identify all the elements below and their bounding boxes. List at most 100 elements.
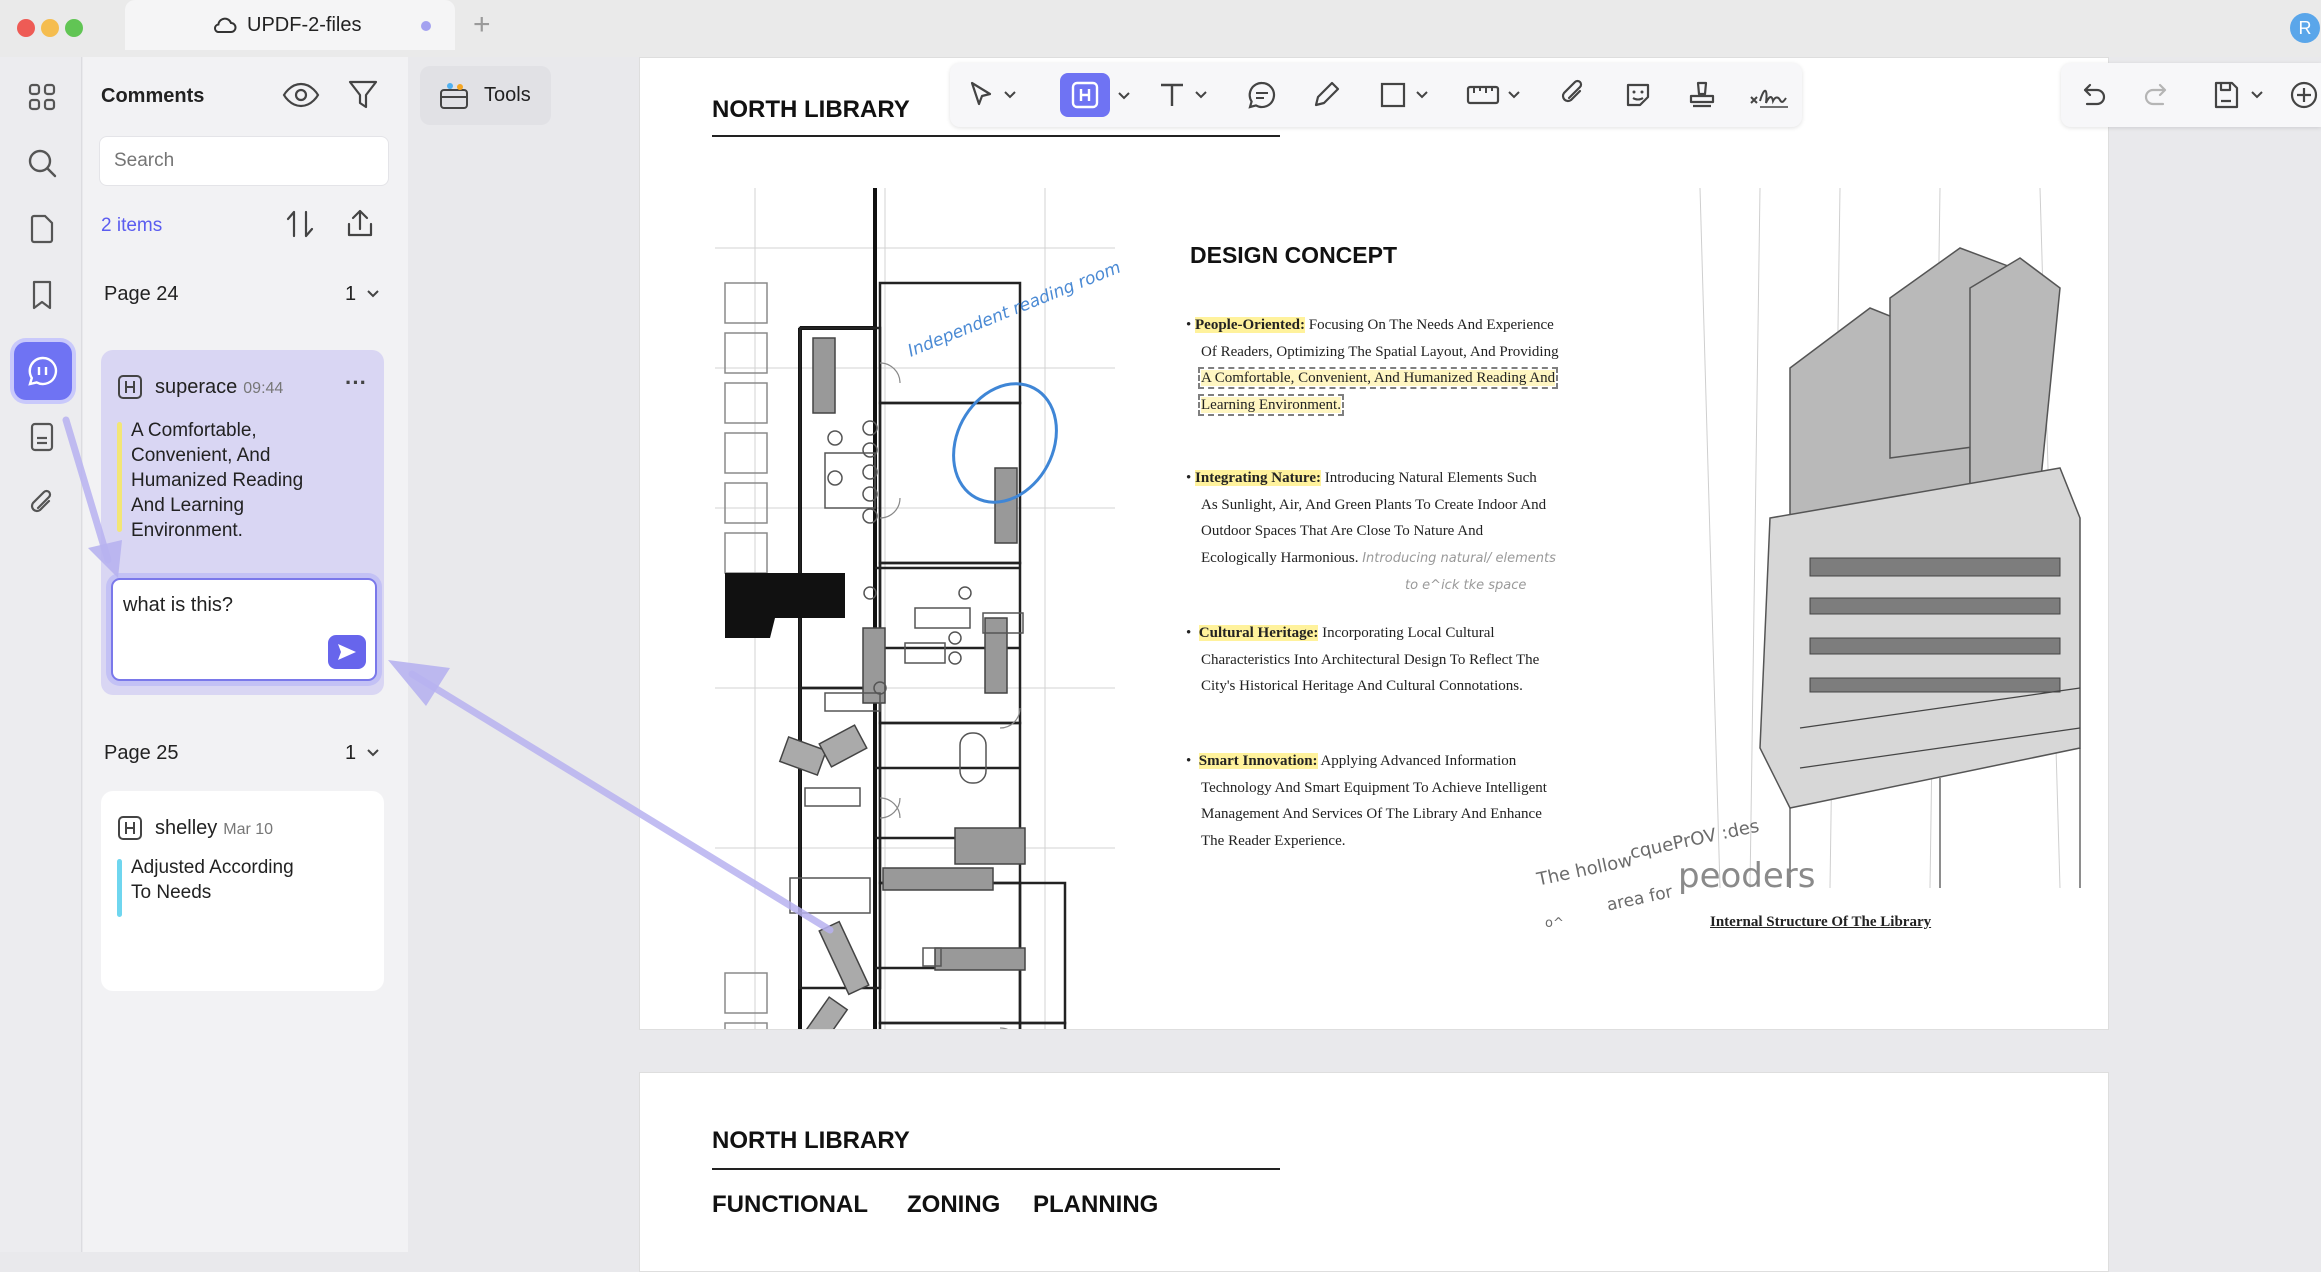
subheading: ZONING [907,1191,1001,1218]
chevron-down-icon[interactable] [366,289,380,299]
minimize-window-button[interactable] [41,19,59,37]
bookmark-icon [32,280,52,310]
comment-bubble-icon [28,356,58,386]
subheading: FUNCTIONAL [712,1191,868,1218]
tab-title: UPDF-2-files [247,13,362,36]
highlight-tool-icon [1071,81,1099,109]
ai-assistant-button[interactable] [2287,73,2321,117]
undo-button[interactable] [2077,73,2107,117]
chevron-down-icon [1195,91,1207,99]
highlighted-text[interactable]: Learning Environment. [1198,393,1344,416]
page-icon [30,214,54,244]
comment-tool[interactable] [1246,73,1278,117]
tools-button[interactable]: Tools [420,66,551,125]
page-group-header[interactable]: Page 24 [104,283,179,306]
export-button[interactable] [343,207,377,246]
sticker-tool[interactable] [1622,73,1654,117]
show-hide-button[interactable] [281,77,321,118]
comment-author: superace 09:44 [155,376,284,398]
highlight-color-bar [117,859,122,917]
forms-button[interactable] [20,415,64,459]
figure-caption: Internal Structure Of The Library [1710,914,1932,930]
pages-button[interactable] [20,207,64,251]
more-options-button[interactable]: ··· [345,370,367,396]
page-heading: NORTH LIBRARY [712,1127,910,1154]
chevron-down-icon [1416,91,1428,99]
grid-icon [28,83,56,111]
highlighted-text[interactable]: A Comfortable, Convenient, And Humanized… [1197,367,1559,389]
section-title: DESIGN CONCEPT [1190,242,1398,268]
search-input[interactable] [99,136,389,186]
paperclip-icon [1561,79,1583,103]
comment-card[interactable]: superace 09:44 ··· A Comfortable, Conveni… [101,350,384,695]
signature-icon [1750,89,1788,108]
shape-tool[interactable] [1378,73,1428,117]
pdf-page: NORTH LIBRARY FUNCTIONAL ZONING PLANNING [639,1072,2109,1272]
zoom-window-button[interactable] [65,19,83,37]
signature-tool[interactable] [1748,73,1790,117]
share-icon [347,209,373,237]
text-icon [1161,83,1183,106]
comments-button[interactable] [14,342,72,400]
comment-card[interactable]: shelley Mar 10 Adjusted According To Need… [101,791,384,991]
search-icon [28,149,57,178]
reply-input[interactable]: what is this? [111,578,377,681]
building-sketch [1699,188,2081,888]
rectangle-icon [1380,82,1406,108]
stamp-tool[interactable] [1686,73,1718,117]
ink-circle-annotation[interactable] [940,368,1070,518]
chevron-down-icon [2251,91,2263,99]
handwritten-scribble: o^ [1545,916,1564,931]
toolbox-icon [440,82,468,109]
highlight-tool[interactable] [1060,73,1110,117]
save-icon [2214,81,2239,109]
comment-author: shelley Mar 10 [155,817,274,839]
document-tab[interactable]: UPDF-2-files [125,0,455,50]
chevron-down-icon[interactable] [1118,92,1130,100]
thumbnails-button[interactable] [20,75,64,119]
chevron-down-icon [1508,91,1520,99]
sort-button[interactable] [283,208,317,245]
annotation-toolbar [950,63,1802,127]
concept-bullet: • Smart Innovation: Applying Advanced In… [1186,753,1547,849]
highlight-tool-icon [118,375,142,399]
measure-tool[interactable] [1466,73,1520,117]
subheading: PLANNING [1033,1191,1159,1218]
select-tool[interactable] [966,73,1016,117]
pencil-icon [1314,81,1340,107]
attachments-button[interactable] [20,481,64,525]
text-tool[interactable] [1157,73,1207,117]
user-avatar[interactable]: R [2290,13,2320,43]
attach-file-tool[interactable] [1558,73,1588,117]
search-button[interactable] [20,141,64,185]
handwritten-note: to e^ick tke space [1405,578,1527,593]
page-group-header[interactable]: Page 25 [104,742,179,765]
pencil-tool[interactable] [1310,73,1342,117]
save-button[interactable] [2211,73,2263,117]
filter-button[interactable] [346,77,380,118]
tools-label: Tools [484,84,531,106]
cloud-icon [214,17,237,33]
bookmarks-button[interactable] [20,273,64,317]
cursor-icon [970,81,992,106]
send-reply-button[interactable] [328,635,366,669]
redo-button[interactable] [2143,73,2173,117]
floor-plan-drawing [715,188,1115,1029]
comment-time: 09:44 [243,380,284,397]
page-group-count: 1 [345,742,357,764]
filter-icon [348,80,378,109]
chevron-down-icon[interactable] [366,748,380,758]
redo-icon [2144,83,2167,106]
comment-time: Mar 10 [223,821,274,838]
new-tab-button[interactable]: + [473,8,491,42]
form-icon [30,422,54,452]
concept-bullet: • Integrating Nature: Introducing Natura… [1186,470,1556,566]
close-window-button[interactable] [17,19,35,37]
comment-text: A Comfortable, Convenient, And Humanized… [131,420,304,541]
concept-bullet: • People-Oriented: Focusing On The Needs… [1186,317,1559,416]
ruler-icon [1466,85,1500,105]
highlight-color-bar [117,422,122,532]
page-heading: NORTH LIBRARY [712,96,910,123]
paperclip-icon [30,489,52,513]
sticker-icon [1626,83,1650,107]
